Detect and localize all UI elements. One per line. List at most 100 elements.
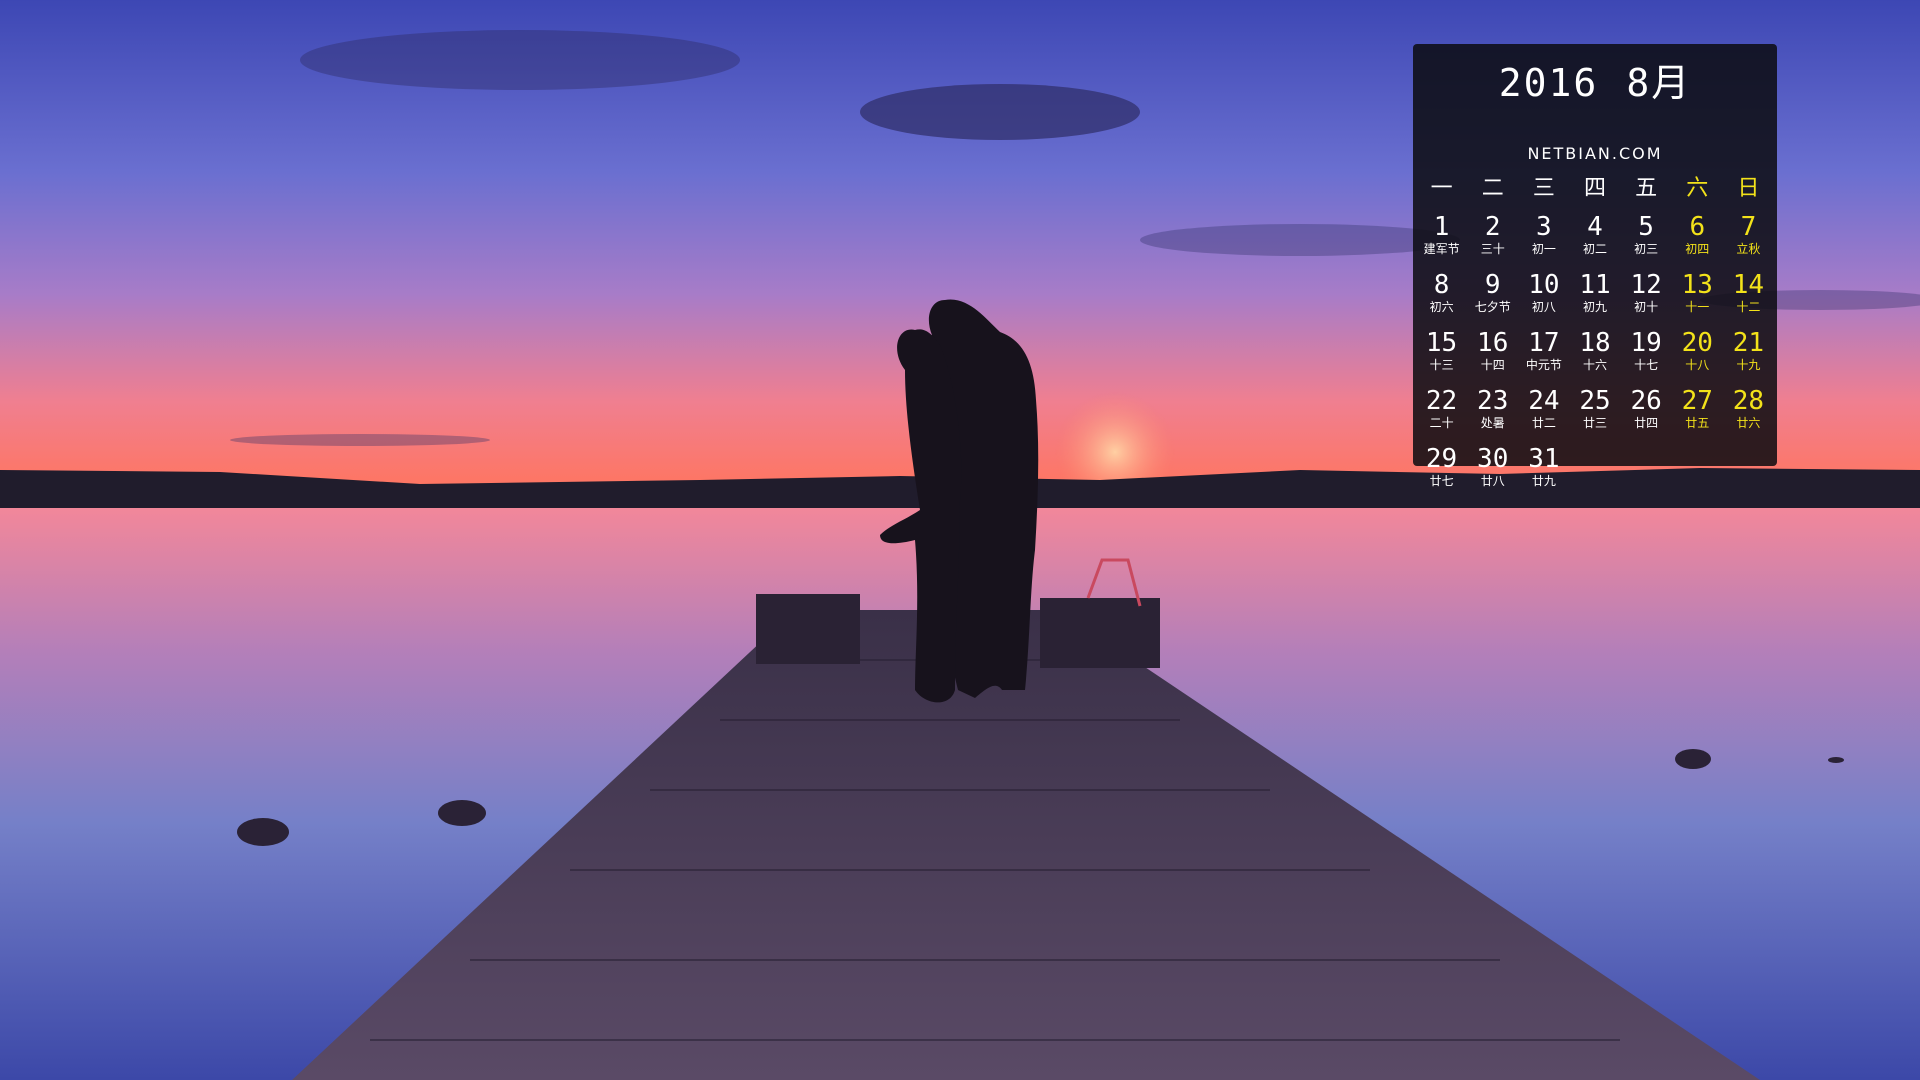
calendar-day-cell: 23 处暑 (1467, 388, 1518, 446)
day-number: 22 (1425, 386, 1458, 416)
lunar-date: 初九 (1582, 300, 1607, 314)
day-number: 21 (1732, 328, 1765, 358)
lunar-date: 初六 (1429, 300, 1454, 314)
lunar-date: 初三 (1634, 242, 1659, 256)
calendar-day-cell: 2 三十 (1467, 214, 1518, 272)
lunar-date: 十一 (1685, 300, 1710, 314)
lunar-date: 廿二 (1531, 416, 1556, 430)
lunar-date: 十二 (1736, 300, 1761, 314)
day-number: 11 (1579, 270, 1611, 300)
day-number: 25 (1579, 386, 1611, 416)
day-number: 16 (1477, 328, 1509, 358)
calendar-day-cell: 6 初四 (1672, 214, 1723, 272)
day-number: 9 (1484, 270, 1501, 300)
day-number: 6 (1689, 212, 1706, 242)
lunar-date: 廿六 (1736, 416, 1761, 430)
lunar-date: 廿九 (1531, 474, 1556, 488)
day-number: 26 (1630, 386, 1662, 416)
lunar-date: 七夕节 (1474, 300, 1511, 314)
day-number: 19 (1630, 328, 1662, 358)
lunar-date: 初二 (1582, 242, 1607, 256)
calendar-site-label: NETBIAN.COM (1527, 144, 1663, 163)
day-number: 24 (1528, 386, 1560, 416)
day-number: 5 (1638, 212, 1654, 242)
lunar-date: 十八 (1685, 358, 1710, 372)
day-number: 4 (1587, 212, 1603, 242)
calendar-widget: 2016 8月 NETBIAN.COM 一 二 三 四 五 六 日 1 建军节 2 三十… (1413, 44, 1777, 487)
lunar-date: 十四 (1480, 358, 1505, 372)
calendar-day-cell: 17 中元节 (1518, 330, 1569, 388)
day-number: 14 (1732, 270, 1765, 300)
lunar-date: 初十 (1634, 300, 1659, 314)
lunar-date: 十七 (1634, 358, 1659, 372)
calendar-day-cell: 12 初十 (1621, 272, 1672, 330)
day-number: 20 (1681, 328, 1713, 358)
lunar-date: 廿七 (1429, 474, 1454, 488)
day-number: 3 (1536, 212, 1552, 242)
calendar-day-cell: 21 十九 (1723, 330, 1774, 388)
weekday-label: 五 (1635, 176, 1658, 201)
calendar-day-cell: 31 廿九 (1518, 446, 1569, 504)
day-number: 30 (1477, 444, 1509, 474)
calendar-day-cell: 16 十四 (1467, 330, 1518, 388)
calendar-day-cell: 25 廿三 (1569, 388, 1620, 446)
calendar-day-cell: 30 廿八 (1467, 446, 1518, 504)
calendar-day-cell: 22 二十 (1416, 388, 1467, 446)
calendar-day-cell: 24 廿二 (1518, 388, 1569, 446)
calendar-day-cell: 15 十三 (1416, 330, 1467, 388)
day-number: 29 (1425, 444, 1458, 474)
weekday-label: 六 (1686, 176, 1709, 201)
day-number: 1 (1433, 212, 1450, 242)
lunar-date: 三十 (1480, 242, 1505, 256)
lunar-date: 廿八 (1480, 474, 1505, 488)
day-number: 12 (1630, 270, 1662, 300)
weekday-label: 日 (1737, 176, 1760, 201)
calendar-day-cell: 11 初九 (1569, 272, 1620, 330)
calendar-day-cell: 1 建军节 (1416, 214, 1467, 272)
calendar-title: 2016 8月 (1413, 52, 1777, 107)
calendar-day-cell: 13 十一 (1672, 272, 1723, 330)
lunar-date: 立秋 (1736, 242, 1761, 256)
calendar-day-cell: 5 初三 (1621, 214, 1672, 272)
calendar-year: 2016 (1498, 61, 1599, 105)
lunar-date: 十六 (1582, 358, 1607, 372)
day-number: 13 (1681, 270, 1713, 300)
lunar-date: 初四 (1685, 242, 1710, 256)
lunar-date: 廿四 (1634, 416, 1659, 430)
lunar-date: 二十 (1429, 416, 1454, 430)
day-number: 2 (1484, 212, 1501, 242)
day-number: 18 (1579, 328, 1611, 358)
weekday-label: 二 (1481, 176, 1504, 201)
calendar-day-cell: 14 十二 (1723, 272, 1774, 330)
day-number: 23 (1477, 386, 1509, 416)
day-number: 17 (1528, 328, 1560, 358)
calendar-day-cell: 27 廿五 (1672, 388, 1723, 446)
calendar-day-cell: 3 初一 (1518, 214, 1569, 272)
day-number: 27 (1681, 386, 1713, 416)
calendar-month: 8月 (1626, 61, 1692, 105)
calendar-day-cell: 9 七夕节 (1467, 272, 1518, 330)
lunar-date: 处暑 (1480, 416, 1505, 430)
day-number: 7 (1740, 212, 1757, 242)
lunar-date: 中元节 (1525, 358, 1562, 372)
lunar-date: 初一 (1531, 242, 1556, 256)
calendar-day-cell: 29 廿七 (1416, 446, 1467, 504)
day-number: 31 (1528, 444, 1560, 474)
day-number: 28 (1732, 386, 1765, 416)
day-number: 10 (1528, 270, 1560, 300)
lunar-date: 廿三 (1582, 416, 1607, 430)
calendar-day-cell: 7 立秋 (1723, 214, 1774, 272)
lunar-date: 初八 (1531, 300, 1556, 314)
calendar-day-cell: 28 廿六 (1723, 388, 1774, 446)
lunar-date: 十九 (1736, 358, 1761, 372)
weekday-label: 一 (1430, 176, 1453, 201)
lunar-date: 十三 (1429, 358, 1454, 372)
calendar-day-grid: 1 建军节 2 三十 3 初一 4 初二 5 初三 6 初四 7 立秋 8 初六 9 七夕节 10 初八 11 初九 12 初… (1413, 214, 1777, 504)
calendar-day-cell: 4 初二 (1569, 214, 1620, 272)
calendar-day-cell: 10 初八 (1518, 272, 1569, 330)
lunar-date: 建军节 (1423, 242, 1460, 256)
calendar-day-cell: 19 十七 (1621, 330, 1672, 388)
calendar-day-cell: 8 初六 (1416, 272, 1467, 330)
calendar-day-cell: 20 十八 (1672, 330, 1723, 388)
calendar-weekday-header: 一 二 三 四 五 六 日 (1413, 170, 1777, 202)
